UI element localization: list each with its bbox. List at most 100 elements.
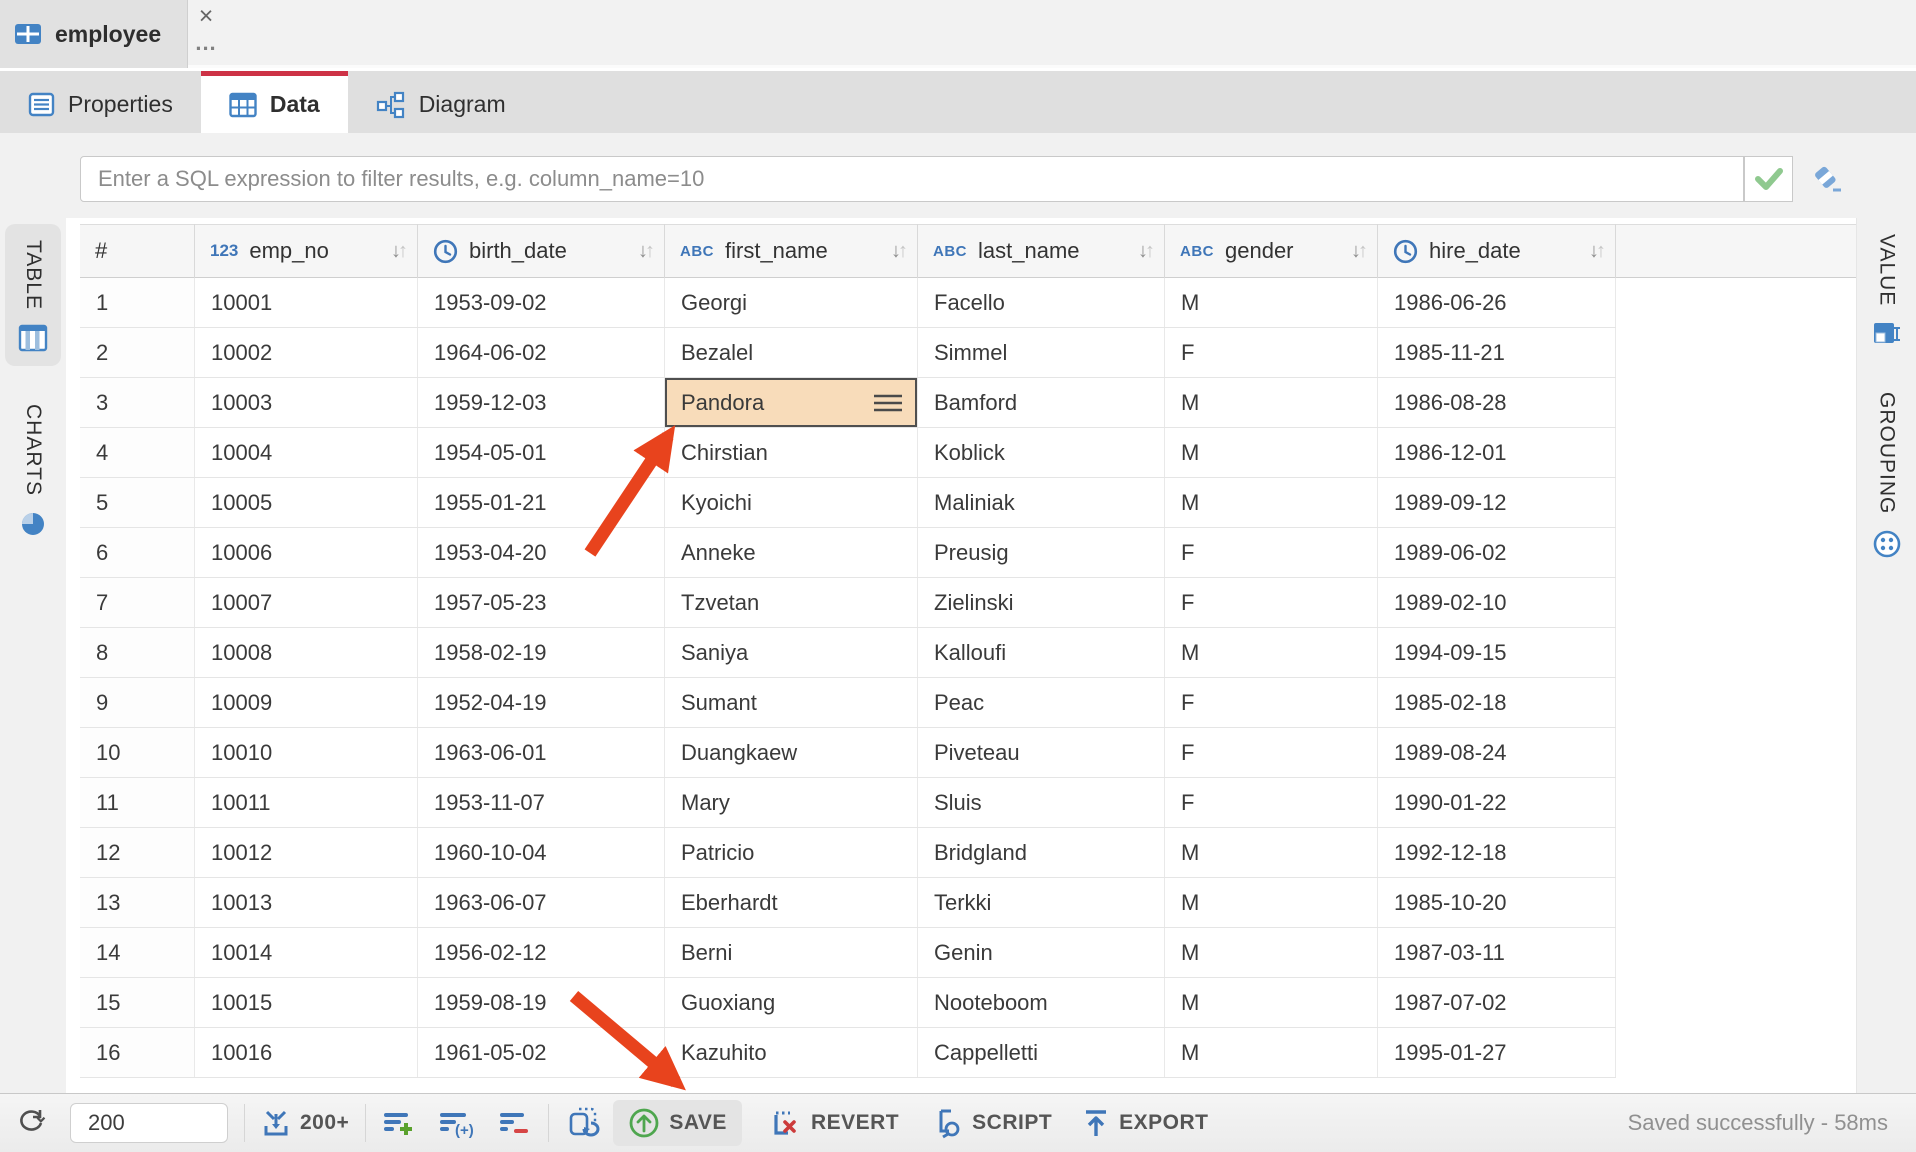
cell-emp_no[interactable]: 10011 bbox=[195, 778, 418, 827]
cell-last_name[interactable]: Peac bbox=[918, 678, 1165, 727]
cell-gender[interactable]: M bbox=[1165, 378, 1378, 427]
cell-hire_date[interactable]: 1989-09-12 bbox=[1378, 478, 1616, 527]
cell-emp_no[interactable]: 10002 bbox=[195, 328, 418, 377]
sort-arrows-icon[interactable]: ↓↑ bbox=[1589, 240, 1603, 263]
delete-row-button[interactable] bbox=[498, 1108, 532, 1138]
cell-hire_date[interactable]: 1985-11-21 bbox=[1378, 328, 1616, 377]
column-header-first_name[interactable]: ABCfirst_name↓↑ bbox=[665, 224, 918, 278]
cell-first_name[interactable]: Chirstian bbox=[665, 428, 918, 477]
cell-emp_no[interactable]: 10006 bbox=[195, 528, 418, 577]
editor-tab-employee[interactable]: employee bbox=[0, 0, 188, 68]
selected-cell[interactable]: Pandora bbox=[665, 378, 918, 427]
cell-last_name[interactable]: Piveteau bbox=[918, 728, 1165, 777]
cell-gender[interactable]: F bbox=[1165, 678, 1378, 727]
sort-arrows-icon[interactable]: ↓↑ bbox=[1351, 240, 1365, 263]
row-number-cell[interactable]: 3 bbox=[80, 378, 195, 427]
cell-last_name[interactable]: Genin bbox=[918, 928, 1165, 977]
cell-gender[interactable]: M bbox=[1165, 928, 1378, 977]
cell-birth_date[interactable]: 1959-12-03 bbox=[418, 378, 665, 427]
cell-birth_date[interactable]: 1964-06-02 bbox=[418, 328, 665, 377]
duplicate-row-button[interactable]: (+) bbox=[438, 1108, 476, 1138]
cell-gender[interactable]: M bbox=[1165, 478, 1378, 527]
column-header-emp_no[interactable]: 123emp_no↓↑ bbox=[195, 224, 418, 278]
cell-hire_date[interactable]: 1989-02-10 bbox=[1378, 578, 1616, 627]
cell-first_name[interactable]: Eberhardt bbox=[665, 878, 918, 927]
cell-hire_date[interactable]: 1995-01-27 bbox=[1378, 1028, 1616, 1077]
row-number-cell[interactable]: 9 bbox=[80, 678, 195, 727]
row-number-cell[interactable]: 2 bbox=[80, 328, 195, 377]
cell-gender[interactable]: F bbox=[1165, 328, 1378, 377]
add-row-button[interactable] bbox=[382, 1108, 416, 1138]
cell-first_name[interactable]: Berni bbox=[665, 928, 918, 977]
cell-emp_no[interactable]: 10003 bbox=[195, 378, 418, 427]
sort-arrows-icon[interactable]: ↓↑ bbox=[1138, 240, 1152, 263]
cell-emp_no[interactable]: 10007 bbox=[195, 578, 418, 627]
column-header-gender[interactable]: ABCgender↓↑ bbox=[1165, 224, 1378, 278]
cell-last_name[interactable]: Sluis bbox=[918, 778, 1165, 827]
cell-emp_no[interactable]: 10001 bbox=[195, 278, 418, 327]
cell-first_name[interactable]: Saniya bbox=[665, 628, 918, 677]
export-button[interactable]: EXPORT bbox=[1082, 1107, 1208, 1139]
cell-last_name[interactable]: Simmel bbox=[918, 328, 1165, 377]
row-number-cell[interactable]: 13 bbox=[80, 878, 195, 927]
more-options-icon[interactable]: ... bbox=[192, 30, 220, 58]
sort-arrows-icon[interactable]: ↓↑ bbox=[638, 240, 652, 263]
cell-last_name[interactable]: Koblick bbox=[918, 428, 1165, 477]
rail-tab-grouping[interactable]: GROUPING bbox=[1857, 392, 1916, 558]
tab-diagram[interactable]: Diagram bbox=[348, 71, 534, 133]
cell-first_name[interactable]: Tzvetan bbox=[665, 578, 918, 627]
cell-gender[interactable]: M bbox=[1165, 628, 1378, 677]
cell-emp_no[interactable]: 10012 bbox=[195, 828, 418, 877]
row-number-cell[interactable]: 15 bbox=[80, 978, 195, 1027]
save-button[interactable]: SAVE bbox=[613, 1100, 742, 1146]
cell-hire_date[interactable]: 1986-06-26 bbox=[1378, 278, 1616, 327]
cell-emp_no[interactable]: 10010 bbox=[195, 728, 418, 777]
tab-data[interactable]: Data bbox=[201, 71, 348, 133]
row-number-cell[interactable]: 8 bbox=[80, 628, 195, 677]
cell-gender[interactable]: F bbox=[1165, 778, 1378, 827]
cell-emp_no[interactable]: 10008 bbox=[195, 628, 418, 677]
cell-first_name[interactable]: Bezalel bbox=[665, 328, 918, 377]
refresh-button[interactable] bbox=[16, 1107, 50, 1139]
cell-birth_date[interactable]: 1963-06-01 bbox=[418, 728, 665, 777]
cell-emp_no[interactable]: 10005 bbox=[195, 478, 418, 527]
cell-last_name[interactable]: Zielinski bbox=[918, 578, 1165, 627]
cell-gender[interactable]: M bbox=[1165, 278, 1378, 327]
cell-birth_date[interactable]: 1953-11-07 bbox=[418, 778, 665, 827]
cell-last_name[interactable]: Maliniak bbox=[918, 478, 1165, 527]
cell-emp_no[interactable]: 10013 bbox=[195, 878, 418, 927]
revert-button[interactable]: REVERT bbox=[768, 1107, 899, 1139]
hamburger-menu-icon[interactable] bbox=[873, 393, 903, 413]
rail-tab-charts[interactable]: CHARTS bbox=[0, 404, 66, 538]
cell-birth_date[interactable]: 1953-04-20 bbox=[418, 528, 665, 577]
cell-first_name[interactable]: Guoxiang bbox=[665, 978, 918, 1027]
cell-last_name[interactable]: Terkki bbox=[918, 878, 1165, 927]
cell-gender[interactable]: F bbox=[1165, 728, 1378, 777]
sort-arrows-icon[interactable]: ↓↑ bbox=[891, 240, 905, 263]
cell-hire_date[interactable]: 1989-08-24 bbox=[1378, 728, 1616, 777]
rail-tab-value[interactable]: VALUE bbox=[1857, 234, 1916, 348]
cell-last_name[interactable]: Bamford bbox=[918, 378, 1165, 427]
cell-emp_no[interactable]: 10009 bbox=[195, 678, 418, 727]
script-button[interactable]: SCRIPT bbox=[929, 1107, 1052, 1139]
cell-hire_date[interactable]: 1986-12-01 bbox=[1378, 428, 1616, 477]
cell-gender[interactable]: M bbox=[1165, 978, 1378, 1027]
rail-tab-table[interactable]: TABLE bbox=[5, 224, 61, 366]
cell-first_name[interactable]: Anneke bbox=[665, 528, 918, 577]
cell-first_name[interactable]: Georgi bbox=[665, 278, 918, 327]
refresh-row-button[interactable] bbox=[565, 1107, 601, 1139]
row-number-cell[interactable]: 1 bbox=[80, 278, 195, 327]
clear-filter-button[interactable] bbox=[1804, 157, 1850, 203]
cell-emp_no[interactable]: 10004 bbox=[195, 428, 418, 477]
cell-gender[interactable]: M bbox=[1165, 878, 1378, 927]
row-number-cell[interactable]: 5 bbox=[80, 478, 195, 527]
apply-filter-button[interactable] bbox=[1744, 156, 1793, 202]
cell-gender[interactable]: F bbox=[1165, 528, 1378, 577]
cell-first_name[interactable]: Mary bbox=[665, 778, 918, 827]
row-number-cell[interactable]: 14 bbox=[80, 928, 195, 977]
cell-hire_date[interactable]: 1986-08-28 bbox=[1378, 378, 1616, 427]
cell-gender[interactable]: F bbox=[1165, 578, 1378, 627]
row-number-cell[interactable]: 11 bbox=[80, 778, 195, 827]
column-header-hire_date[interactable]: hire_date↓↑ bbox=[1378, 224, 1616, 278]
tab-properties[interactable]: Properties bbox=[0, 71, 201, 133]
